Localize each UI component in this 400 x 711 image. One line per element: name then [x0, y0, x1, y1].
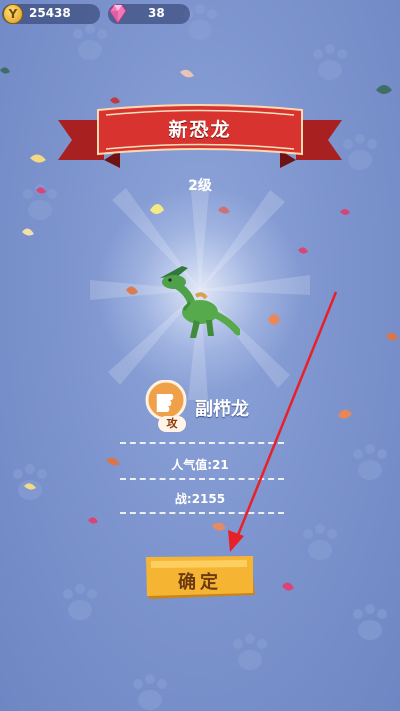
coin-amount: 25438 [29, 6, 71, 20]
dinosaur-icon [160, 266, 240, 338]
confirm-button[interactable]: 确定 [143, 555, 257, 601]
attribute-tag: 攻 [158, 416, 186, 432]
divider [120, 478, 284, 480]
gem-counter: 38 [108, 4, 190, 24]
gem-icon [109, 4, 127, 24]
confirm-button-label: 确定 [178, 572, 222, 593]
power-stat: 战:2155 [174, 492, 226, 506]
new-dinosaur-title: 新恐龙 [168, 119, 232, 141]
divider [120, 442, 284, 444]
dinosaur-name: 副栉龙 [195, 399, 249, 420]
coin-icon: Y [3, 4, 23, 24]
gem-amount: 38 [148, 6, 165, 20]
divider [120, 512, 284, 514]
coin-counter: Y 25438 [2, 4, 100, 24]
popularity-stat: 人气值:21 [171, 458, 229, 472]
level-label: 2级 [188, 178, 212, 194]
